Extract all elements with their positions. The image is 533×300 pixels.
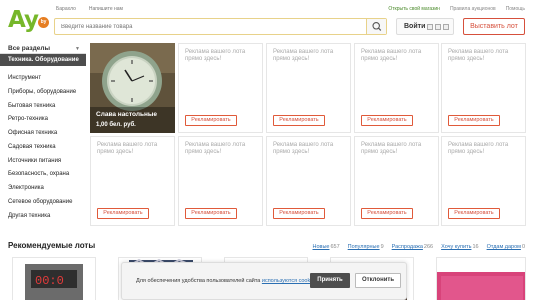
category-sidebar: Все разделы ▼ Техника. Оборудование Инст…	[0, 43, 86, 223]
sidebar-item-active[interactable]: Техника. Оборудование	[0, 54, 86, 66]
featured-lot-card[interactable]: Слава настольные 1,00 бел. руб.	[90, 43, 175, 133]
sidebar-item[interactable]: Электроника	[0, 182, 86, 196]
ad-text: Реклама вашего лота прямо здесь!	[273, 49, 334, 62]
advertise-button[interactable]: Рекламировать	[273, 208, 325, 219]
ad-text: Реклама вашего лота прямо здесь!	[448, 142, 509, 155]
cookie-message: Для обеспечения удобства пользователей с…	[136, 278, 319, 284]
sidebar-item[interactable]: Садовая техника	[0, 141, 86, 155]
ad-text: Реклама вашего лота прямо здесь!	[273, 142, 334, 155]
recommended-lot-thumb[interactable]: 00:0	[12, 257, 96, 300]
advertise-button[interactable]: Рекламировать	[448, 208, 500, 219]
ad-slot-card: Реклама вашего лота прямо здесь! Реклами…	[90, 136, 175, 226]
top-links-bar: Барахло Напишите нам Открыть свой магази…	[0, 0, 533, 14]
ad-text: Реклама вашего лота прямо здесь!	[361, 142, 422, 155]
sidebar-item[interactable]: Источники питания	[0, 155, 86, 169]
top-link-rules[interactable]: Правила аукционов	[450, 6, 496, 12]
sidebar-item[interactable]: Инструмент	[0, 72, 86, 86]
ad-text: Реклама вашего лота прямо здесь!	[185, 49, 246, 62]
svg-text:00:0: 00:0	[35, 274, 64, 288]
logo-text: Ay	[8, 7, 39, 33]
login-label: Войти	[404, 23, 426, 30]
lot-title: Слава настольные	[96, 111, 158, 118]
clock-image	[90, 43, 175, 133]
ad-slot-card: Реклама вашего лота прямо здесь! Реклами…	[354, 43, 439, 133]
sidebar-item[interactable]: Другая техника	[0, 210, 86, 224]
tab-sale[interactable]: Распродажа266	[392, 244, 433, 250]
search-input[interactable]	[61, 21, 361, 32]
ad-slot-card: Реклама вашего лота прямо здесь! Реклами…	[266, 136, 351, 226]
advertise-button[interactable]: Рекламировать	[273, 115, 325, 126]
sidebar-item[interactable]: Офисная техника	[0, 127, 86, 141]
sidebar-item[interactable]: Сетевое оборудование	[0, 196, 86, 210]
ad-slot-card: Реклама вашего лота прямо здесь! Реклами…	[354, 136, 439, 226]
lot-price: 1,00 бел. руб.	[96, 122, 136, 128]
sell-lot-button[interactable]: Выставить лот	[463, 18, 525, 35]
top-link-contact[interactable]: Напишите нам	[89, 6, 123, 12]
all-sections-toggle[interactable]: Все разделы ▼	[0, 43, 86, 54]
ad-text: Реклама вашего лота прямо здесь!	[361, 49, 422, 62]
advertise-button[interactable]: Рекламировать	[97, 208, 149, 219]
cookie-reject-button[interactable]: Отклонить	[355, 273, 401, 288]
top-link-baraholka[interactable]: Барахло	[56, 6, 76, 12]
sidebar-item[interactable]: Безопасность, охрана	[0, 168, 86, 182]
sidebar-item[interactable]: Бытовая техника	[0, 100, 86, 114]
advertise-button[interactable]: Рекламировать	[448, 115, 500, 126]
top-link-help[interactable]: Помощь	[506, 6, 525, 12]
advertise-button[interactable]: Рекламировать	[361, 115, 413, 126]
clock-thumb: 00:0	[25, 264, 83, 300]
social-icon-2[interactable]	[435, 24, 441, 30]
advertise-button[interactable]: Рекламировать	[361, 208, 413, 219]
ad-slot-card: Реклама вашего лота прямо здесь! Реклами…	[178, 43, 263, 133]
cookie-banner: Для обеспечения удобства пользователей с…	[121, 262, 407, 300]
sidebar-item[interactable]: Приборы, оборудование	[0, 86, 86, 100]
cookie-accept-button[interactable]: Принять	[310, 273, 350, 288]
search-box	[54, 18, 387, 35]
tab-new[interactable]: Новые657	[313, 244, 340, 250]
tab-give-away[interactable]: Отдам даром0	[487, 244, 525, 250]
pink-item-thumb	[437, 272, 525, 300]
ad-text: Реклама вашего лота прямо здесь!	[97, 142, 158, 155]
ad-slot-card: Реклама вашего лота прямо здесь! Реклами…	[441, 43, 526, 133]
ad-slot-card: Реклама вашего лота прямо здесь! Реклами…	[178, 136, 263, 226]
search-button[interactable]	[366, 19, 386, 34]
sidebar-item[interactable]: Ретро-техника	[0, 113, 86, 127]
ad-slot-card: Реклама вашего лота прямо здесь! Реклами…	[441, 136, 526, 226]
chevron-down-icon: ▼	[75, 46, 80, 52]
tab-popular[interactable]: Популярные9	[348, 244, 384, 250]
login-button[interactable]: Войти	[396, 18, 454, 35]
ad-text: Реклама вашего лота прямо здесь!	[448, 49, 509, 62]
all-sections-label: Все разделы	[8, 45, 51, 52]
search-icon	[372, 22, 382, 31]
advertise-button[interactable]: Рекламировать	[185, 115, 237, 126]
social-icon-1[interactable]	[427, 24, 433, 30]
recommended-tabs: Новые657 Популярные9 Распродажа266 Хочу …	[313, 244, 526, 250]
advertise-button[interactable]: Рекламировать	[185, 208, 237, 219]
logo-badge: by	[38, 17, 49, 28]
ad-slot-card: Реклама вашего лота прямо здесь! Реклами…	[266, 43, 351, 133]
recommended-title: Рекомендуемые лоты	[8, 241, 96, 250]
recommended-lot-thumb[interactable]	[436, 257, 526, 300]
top-link-open-shop[interactable]: Открыть свой магазин	[388, 6, 440, 12]
site-logo[interactable]: Ay by	[8, 7, 49, 33]
ad-text: Реклама вашего лота прямо здесь!	[185, 142, 246, 155]
social-icon-3[interactable]	[443, 24, 449, 30]
tab-want-to-buy[interactable]: Хочу купить16	[441, 244, 478, 250]
